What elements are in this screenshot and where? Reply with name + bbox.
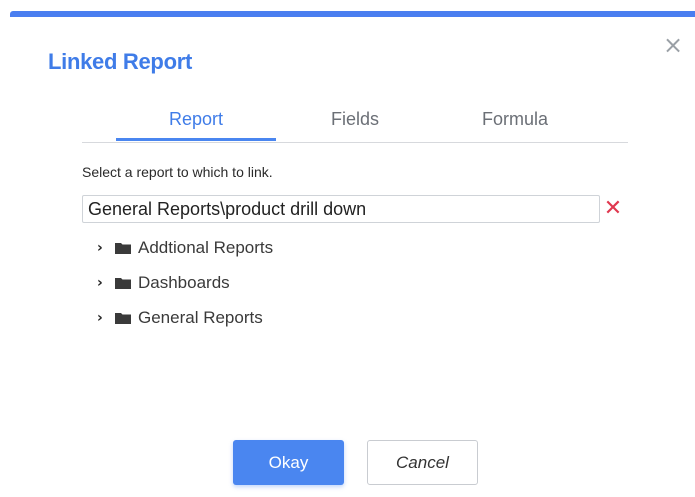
tree-item-dashboards[interactable]: › Dashboards bbox=[97, 265, 273, 300]
tree-item-label: Dashboards bbox=[138, 272, 230, 292]
folder-icon bbox=[115, 242, 131, 254]
linked-report-dialog: × Linked Report Report Fields Formula Se… bbox=[0, 0, 695, 497]
clear-x-icon[interactable]: ✕ bbox=[603, 198, 623, 220]
tree-item-general-reports[interactable]: › General Reports bbox=[97, 300, 273, 335]
tree-item-addtional-reports[interactable]: › Addtional Reports bbox=[97, 230, 273, 265]
cancel-button[interactable]: Cancel bbox=[367, 440, 478, 485]
tab-report[interactable]: Report bbox=[116, 104, 276, 141]
tab-formula[interactable]: Formula bbox=[435, 104, 595, 141]
dialog-top-accent bbox=[10, 11, 695, 17]
chevron-right-icon[interactable]: › bbox=[97, 275, 109, 291]
chevron-right-icon[interactable]: › bbox=[97, 310, 109, 326]
tree-item-label: General Reports bbox=[138, 307, 263, 327]
dialog-title: Linked Report bbox=[48, 49, 192, 74]
report-path-input[interactable] bbox=[82, 195, 600, 223]
tree-item-label: Addtional Reports bbox=[138, 237, 274, 257]
chevron-right-icon[interactable]: › bbox=[97, 240, 109, 256]
tab-fields[interactable]: Fields bbox=[275, 104, 435, 141]
tab-bar: Report Fields Formula bbox=[82, 104, 628, 143]
folder-icon bbox=[115, 277, 131, 289]
folder-icon bbox=[115, 312, 131, 324]
okay-button[interactable]: Okay bbox=[233, 440, 344, 485]
instruction-text: Select a report to which to link. bbox=[82, 164, 273, 180]
close-icon[interactable]: × bbox=[662, 33, 684, 57]
report-folder-tree: › Addtional Reports › Dashboards › Gener… bbox=[97, 230, 273, 335]
